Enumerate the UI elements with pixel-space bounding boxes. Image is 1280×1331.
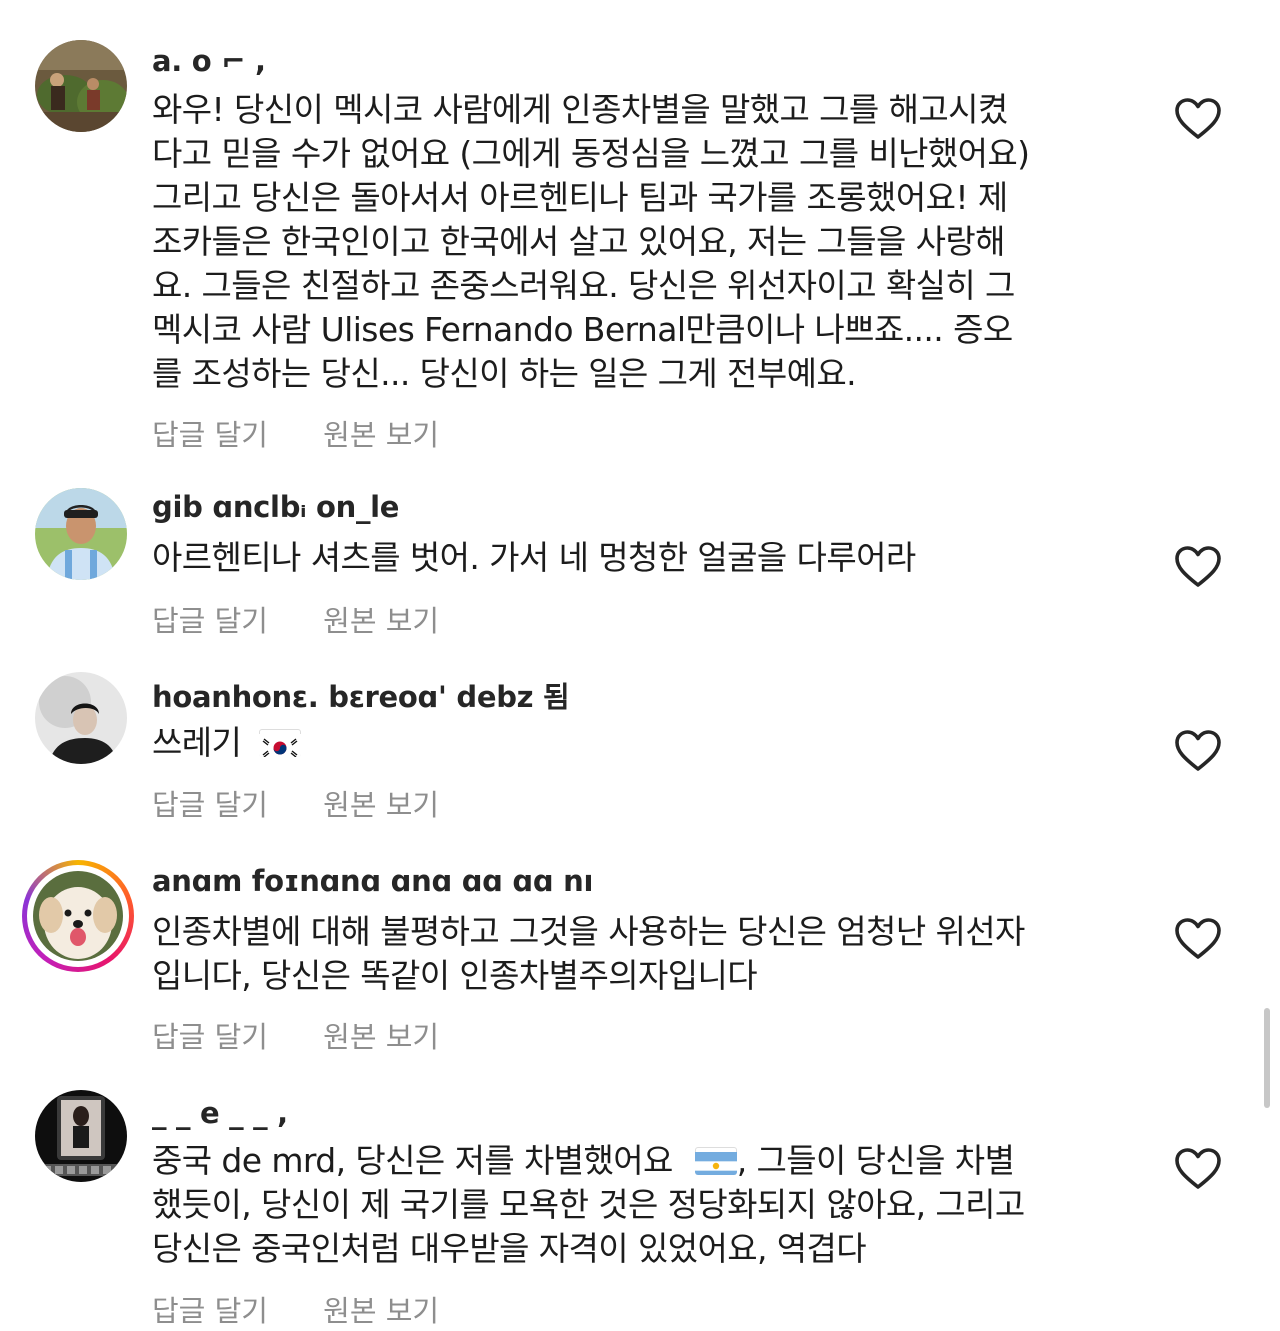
see-original-button[interactable]: 원본 보기 <box>323 412 439 454</box>
comment-line: 중국 de mrd, 당신은 저를 차별했어요 , 그들이 당신을 차별 <box>152 1139 1142 1183</box>
username[interactable]: _ _ e _ _ , <box>152 1096 288 1130</box>
comment-text: 중국 de mrd, 당신은 저를 차별했어요 , 그들이 당신을 차별 했듯이… <box>152 1139 1142 1271</box>
avatar[interactable] <box>35 40 127 132</box>
comment-line: 했듯이, 당신이 제 국기를 모욕한 것은 정당화되지 않아요, 그리고 <box>152 1185 1025 1224</box>
comment-actions: 답글 달기 원본 보기 <box>152 782 439 824</box>
comment-actions: 답글 달기 원본 보기 <box>152 1014 439 1056</box>
avatar[interactable] <box>35 1090 127 1182</box>
comment-line-text: , 그들이 당신을 차별 <box>736 1141 1015 1180</box>
comment-actions: 답글 달기 원본 보기 <box>152 1288 439 1330</box>
comment-text: 아르헨티나 셔츠를 벗어. 가서 네 멍청한 얼굴을 다루어라 <box>152 536 1142 580</box>
story-ring[interactable] <box>22 860 134 972</box>
see-original-button[interactable]: 원본 보기 <box>323 1014 439 1056</box>
comment-line: 조카들은 한국인이고 한국에서 살고 있어요, 저는 그들을 사랑해 <box>152 222 1005 261</box>
username[interactable]: gib ɑnclbᵢ on_le <box>152 490 399 524</box>
reply-button[interactable]: 답글 달기 <box>152 1288 268 1330</box>
comment-line: 입니다, 당신은 똑같이 인종차별주의자입니다 <box>152 956 758 995</box>
comment-line: 인종차별에 대해 불평하고 그것을 사용하는 당신은 엄청난 위선자 <box>152 912 1025 951</box>
comment-text: 와우! 당신이 멕시코 사람에게 인종차별을 말했고 그를 해고시켰 다고 믿을… <box>152 88 1142 396</box>
see-original-button[interactable]: 원본 보기 <box>323 782 439 824</box>
avatar-photo-person <box>35 488 127 580</box>
comment-line: 멕시코 사람 Ulises Fernando Bernal만큼이나 나쁘죠...… <box>152 310 1013 349</box>
avatar[interactable] <box>35 488 127 580</box>
avatar[interactable] <box>33 871 123 961</box>
scrollbar[interactable] <box>1264 1008 1270 1108</box>
heart-outline-icon[interactable] <box>1174 729 1222 773</box>
reply-button[interactable]: 답글 달기 <box>152 1014 268 1056</box>
comment-line: 그리고 당신은 돌아서서 아르헨티나 팀과 국가를 조롱했어요! 제 <box>152 178 1008 217</box>
heart-outline-icon[interactable] <box>1174 97 1222 141</box>
comment-text: 인종차별에 대해 불평하고 그것을 사용하는 당신은 엄청난 위선자 입니다, … <box>152 910 1142 998</box>
comment-line: 당신은 중국인처럼 대우받을 자격이 있었어요, 역겹다 <box>152 1229 867 1268</box>
username[interactable]: hoanhonɛ. bɛreoɑ' debz 됨 <box>152 674 570 716</box>
comment-line: 쓰레기 <box>152 721 1142 765</box>
see-original-button[interactable]: 원본 보기 <box>323 598 439 640</box>
heart-outline-icon[interactable] <box>1174 1147 1222 1191</box>
username[interactable]: a. o ⌐ , <box>152 44 266 78</box>
argentina-flag-icon <box>694 1147 737 1175</box>
comment-actions: 답글 달기 원본 보기 <box>152 598 439 640</box>
comment-line-text: 중국 de mrd, 당신은 저를 차별했어요 <box>152 1141 673 1180</box>
avatar-photo-field <box>35 40 127 132</box>
avatar-photo-mirror-selfie <box>35 1090 127 1182</box>
avatar[interactable] <box>35 672 127 764</box>
reply-button[interactable]: 답글 달기 <box>152 412 268 454</box>
username[interactable]: anɑm foɪnɑnɑ ɑnɑ ɑɑ ɑɑ nı <box>152 864 593 898</box>
comment-line: 와우! 당신이 멕시코 사람에게 인종차별을 말했고 그를 해고시켰 <box>152 90 1008 129</box>
avatar-photo-dog <box>33 871 123 961</box>
comment-line: 를 조성하는 당신... 당신이 하는 일은 그게 전부예요. <box>152 354 857 393</box>
heart-outline-icon[interactable] <box>1174 545 1222 589</box>
reply-button[interactable]: 답글 달기 <box>152 598 268 640</box>
see-original-button[interactable]: 원본 보기 <box>323 1288 439 1330</box>
avatar-photo-portrait <box>35 672 127 764</box>
reply-button[interactable]: 답글 달기 <box>152 782 268 824</box>
comment-text: 쓰레기 <box>152 721 1142 765</box>
comment-line: 다고 믿을 수가 없어요 (그에게 동정심을 느꼈고 그를 비난했어요) <box>152 134 1030 173</box>
comment-line-text: 쓰레기 <box>152 723 242 762</box>
comment-line: 아르헨티나 셔츠를 벗어. 가서 네 멍청한 얼굴을 다루어라 <box>152 538 916 577</box>
comment-line: 요. 그들은 친절하고 존중스러워요. 당신은 위선자이고 확실히 그 <box>152 266 1015 305</box>
heart-outline-icon[interactable] <box>1174 917 1222 961</box>
comment-actions: 답글 달기 원본 보기 <box>152 412 439 454</box>
south-korea-flag-icon <box>259 729 302 757</box>
